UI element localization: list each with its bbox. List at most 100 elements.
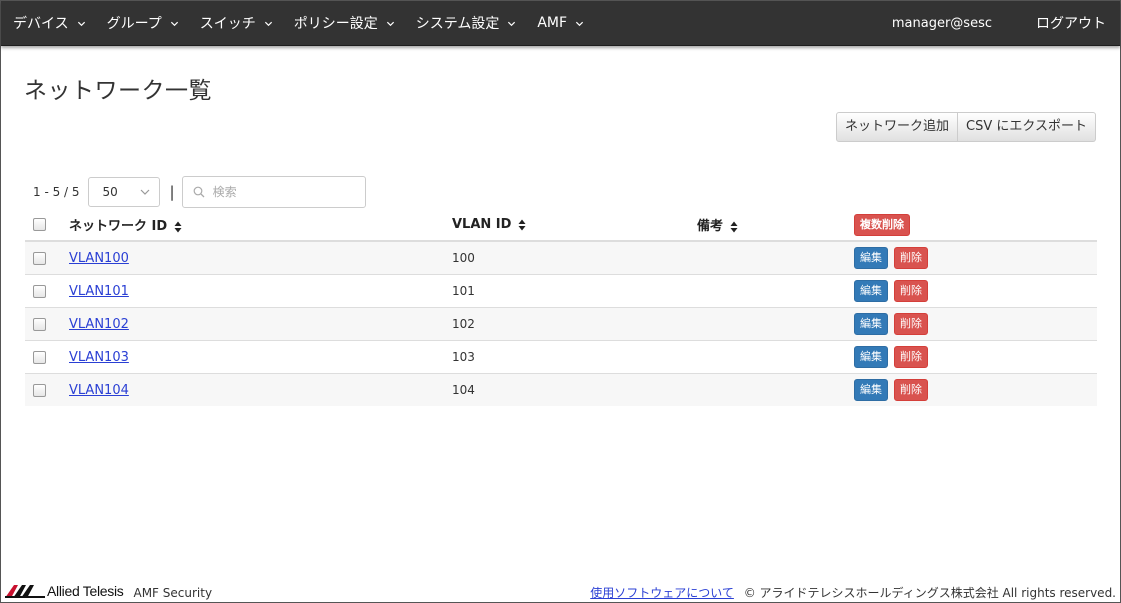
chevron-down-icon [264, 21, 272, 26]
nav-item-label: システム設定 [415, 16, 500, 32]
chevron-down-icon [77, 21, 85, 26]
add-network-button[interactable]: ネットワーク追加 [836, 112, 959, 142]
row-select-cell [25, 340, 69, 374]
network-id-link[interactable]: VLAN104 [69, 383, 129, 398]
nav-item-system-settings[interactable]: システム設定 [416, 13, 517, 33]
page-title: ネットワーク一覧 [24, 78, 212, 104]
row-actions: 編集 削除 [854, 274, 1097, 308]
nav-item-amf[interactable]: AMF [537, 15, 584, 31]
list-toolbar: 1 - 5 / 5 50 | [33, 176, 366, 208]
vlan-id-cell: 100 [452, 240, 697, 275]
header-network-id[interactable]: ネットワーク ID [69, 209, 452, 242]
table-row: VLAN101 101 編集 削除 [25, 274, 1097, 308]
chevron-down-icon [170, 21, 178, 26]
row-actions: 編集 削除 [854, 373, 1097, 406]
allied-telesis-logo-icon [5, 585, 45, 598]
edit-button[interactable]: 編集 [854, 280, 888, 302]
note-cell [697, 307, 854, 341]
header-note[interactable]: 備考 [697, 209, 854, 242]
header-vlan-id[interactable]: VLAN ID [452, 209, 697, 242]
note-cell [697, 373, 854, 406]
vlan-id-cell: 101 [452, 274, 697, 308]
result-range: 1 - 5 / 5 [33, 185, 80, 199]
row-select-cell [25, 274, 69, 308]
table-row: VLAN103 103 編集 削除 [25, 340, 1097, 374]
row-checkbox[interactable] [33, 351, 46, 364]
nav-item-label: AMF [537, 15, 568, 31]
bulk-delete-button[interactable]: 複数削除 [854, 213, 910, 236]
footer-info: 使用ソフトウェアについて © アライドテレシスホールディングス株式会社 All … [590, 584, 1116, 601]
chevron-down-icon [386, 21, 394, 26]
table-row: VLAN104 104 編集 削除 [25, 373, 1097, 406]
user-area: manager@sesc ログアウト [892, 1, 1120, 45]
row-checkbox[interactable] [33, 318, 46, 331]
delete-button[interactable]: 削除 [894, 346, 928, 368]
nav-item-label: グループ [106, 16, 162, 32]
table-row: VLAN102 102 編集 削除 [25, 307, 1097, 341]
top-navbar: デバイス グループ スイッチ ポリシー設定 システム設定 AMF manager… [1, 1, 1120, 46]
table-header-row: ネットワーク ID VLAN ID 備考 複数削除 [25, 209, 1097, 242]
row-checkbox[interactable] [33, 384, 46, 397]
network-id-cell: VLAN102 [69, 307, 452, 341]
export-csv-button[interactable]: CSV にエクスポート [958, 112, 1096, 142]
vlan-id-cell: 102 [452, 307, 697, 341]
edit-button[interactable]: 編集 [854, 346, 888, 368]
about-software-link[interactable]: 使用ソフトウェアについて [590, 586, 734, 600]
row-checkbox[interactable] [33, 252, 46, 265]
action-button-group: ネットワーク追加 CSV にエクスポート [836, 112, 1096, 142]
nav-item-label: ポリシー設定 [293, 16, 378, 32]
network-id-link[interactable]: VLAN100 [69, 251, 129, 266]
sort-icon [730, 221, 738, 232]
row-checkbox[interactable] [33, 285, 46, 298]
note-cell [697, 274, 854, 308]
main-menu: デバイス グループ スイッチ ポリシー設定 システム設定 AMF [13, 1, 605, 45]
vlan-id-cell: 104 [452, 373, 697, 406]
header-select-cell [25, 209, 69, 242]
network-id-cell: VLAN104 [69, 373, 452, 406]
edit-button[interactable]: 編集 [854, 247, 888, 269]
note-cell [697, 240, 854, 275]
page-size-value: 50 [102, 185, 118, 199]
nav-item-policy-settings[interactable]: ポリシー設定 [294, 13, 395, 33]
nav-item-devices[interactable]: デバイス [13, 13, 86, 33]
nav-item-switches[interactable]: スイッチ [200, 13, 273, 33]
delete-button[interactable]: 削除 [894, 247, 928, 269]
table-row: VLAN100 100 編集 削除 [25, 240, 1097, 275]
nav-item-label: デバイス [13, 16, 69, 32]
row-select-cell [25, 240, 69, 275]
nav-item-label: スイッチ [199, 16, 256, 32]
edit-button[interactable]: 編集 [854, 313, 888, 335]
select-all-checkbox[interactable] [33, 218, 46, 231]
network-table: ネットワーク ID VLAN ID 備考 複数削除 VLAN100 100 編集… [25, 209, 1097, 406]
delete-button[interactable]: 削除 [894, 313, 928, 335]
delete-button[interactable]: 削除 [894, 280, 928, 302]
product-name: AMF Security [133, 586, 213, 600]
search-input[interactable] [210, 184, 355, 200]
current-user: manager@sesc [891, 15, 992, 31]
chevron-down-icon [140, 189, 149, 195]
edit-button[interactable]: 編集 [854, 379, 888, 401]
toolbar-divider: | [169, 183, 175, 201]
search-icon [193, 186, 205, 198]
vlan-id-cell: 103 [452, 340, 697, 374]
copyright-text: © アライドテレシスホールディングス株式会社 All rights reserv… [743, 586, 1116, 600]
header-label: VLAN ID [452, 217, 512, 232]
delete-button[interactable]: 削除 [894, 379, 928, 401]
network-id-link[interactable]: VLAN102 [69, 317, 129, 332]
row-select-cell [25, 307, 69, 341]
header-label: 備考 [697, 219, 724, 234]
network-id-cell: VLAN100 [69, 240, 452, 275]
network-id-link[interactable]: VLAN103 [69, 350, 129, 365]
page-size-select[interactable]: 50 [87, 177, 160, 207]
network-id-cell: VLAN103 [69, 340, 452, 374]
row-actions: 編集 削除 [854, 340, 1097, 374]
nav-item-groups[interactable]: グループ [107, 13, 179, 33]
footer-brand: Allied Telesis AMF Security [5, 581, 212, 601]
row-select-cell [25, 373, 69, 406]
search-box[interactable] [181, 176, 366, 208]
network-id-link[interactable]: VLAN101 [69, 284, 129, 299]
sort-icon [174, 221, 182, 232]
logout-link[interactable]: ログアウト [1036, 13, 1106, 33]
chevron-down-icon [508, 21, 516, 26]
sort-icon [518, 219, 526, 230]
